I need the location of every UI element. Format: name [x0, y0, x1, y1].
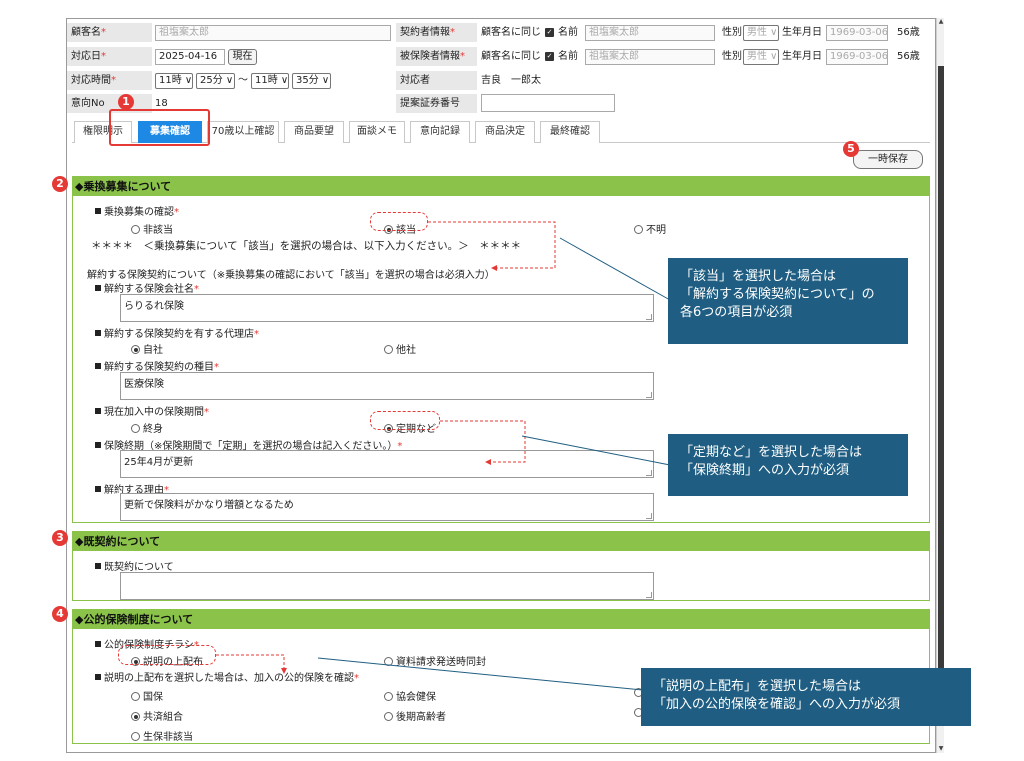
switch-notice: ＊＊＊＊ ＜乗換募集について「該当」を選択の場合は、以下入力ください。＞ ＊＊＊…: [91, 240, 522, 252]
radio-welfare-not-applicable[interactable]: 生保非該当: [131, 728, 193, 743]
radio-kyokai-kenpo[interactable]: 協会健保: [384, 688, 436, 703]
callout-3-line-2: 「加入の公的保険を確認」への入力が必須: [653, 697, 901, 712]
period-label: 現在加入中の保険期間*: [95, 403, 209, 418]
tab-product-decision[interactable]: 商品決定: [475, 121, 535, 143]
radio-whole-life[interactable]: 終身: [131, 420, 163, 435]
radio-enclose-with-docs[interactable]: 資料請求発送時同封: [384, 653, 486, 668]
radio-own-agency[interactable]: 自社: [131, 341, 163, 356]
radio-national-health[interactable]: 国保: [131, 688, 163, 703]
response-date-label: 対応日*: [67, 47, 152, 66]
insured-same-text: 顧客名に同じ: [481, 51, 541, 62]
contractor-label: 契約者情報*: [396, 23, 477, 42]
insured-age: 56歳: [897, 51, 920, 62]
insured-name-label: 名前: [558, 51, 578, 62]
customer-name-label: 顧客名*: [67, 23, 152, 42]
section-existing-contract: ◆既契約について 既契約について: [72, 531, 930, 601]
contractor-gender-select[interactable]: 男性 ∨: [743, 25, 779, 41]
insured-birth-field[interactable]: 1969-03-06: [826, 49, 888, 65]
callout-1-line-1: 「該当」を選択した場合は: [680, 269, 837, 284]
public-insurance-confirm-label: 説明の上配布を選択した場合は、加入の公的保険を確認*: [95, 669, 359, 684]
form-window: 顧客名* 祖塩案太郎 契約者情報* 顧客名に同じ ✓ 名前 祖塩案太郎 性別 男…: [66, 18, 936, 753]
cancel-reason-input[interactable]: 更新で保険料がかなり増額となるため: [120, 493, 654, 521]
tab-final-check[interactable]: 最終確認: [540, 121, 600, 143]
proposal-no-label: 提案証券番号: [396, 94, 477, 113]
handler-value: 吉良 一郎太: [481, 75, 541, 86]
start-minute-select[interactable]: 25分 ∨: [196, 73, 235, 89]
cancel-company-label: 解約する保険会社名*: [95, 280, 199, 295]
tab-product-request[interactable]: 商品要望: [284, 121, 344, 143]
scrollbar-thumb[interactable]: [938, 66, 944, 726]
insured-name-field[interactable]: 祖塩案太郎: [585, 49, 715, 65]
marker-2: 2: [52, 176, 68, 192]
callout-2-line-2: 「保険終期」への入力が必須: [680, 463, 850, 478]
section-public-title: ◆公的保険制度について: [73, 610, 929, 629]
start-hour-select[interactable]: 11時 ∨: [155, 73, 193, 89]
highlight-applicable: [370, 212, 428, 231]
q-switch-confirm-label: 乗換募集の確認*: [95, 203, 179, 218]
contractor-age: 56歳: [897, 27, 920, 38]
response-time-label: 対応時間*: [67, 71, 152, 90]
radio-unknown[interactable]: 不明: [634, 221, 666, 236]
contract-type-label: 解約する保険契約の種目*: [95, 358, 219, 373]
policy-end-input[interactable]: 25年4月が更新: [120, 450, 654, 478]
contractor-name-label: 名前: [558, 27, 578, 38]
end-hour-select[interactable]: 11時 ∨: [251, 73, 289, 89]
scroll-up-arrow-icon[interactable]: ▲: [937, 18, 945, 26]
contractor-same-checkbox[interactable]: ✓: [545, 28, 554, 37]
section-existing-title: ◆既契約について: [73, 532, 929, 551]
response-date-field[interactable]: 2025-04-16: [155, 49, 225, 65]
insured-birth-label: 生年月日: [782, 51, 822, 62]
callout-explain-distribute: 「説明の上配布」を選択した場合は 「加入の公的保険を確認」への入力が必須: [641, 668, 971, 726]
time-separator: ～: [238, 75, 248, 86]
radio-late-elderly[interactable]: 後期高齢者: [384, 708, 446, 723]
marker-4: 4: [52, 606, 68, 622]
contractor-name-field[interactable]: 祖塩案太郎: [585, 25, 715, 41]
highlight-explain-distribute: [118, 645, 216, 665]
contractor-same-text: 顧客名に同じ: [481, 27, 541, 38]
tab-interview-memo[interactable]: 面談メモ: [349, 121, 405, 143]
contractor-birth-label: 生年月日: [782, 27, 822, 38]
callout-applicable: 「該当」を選択した場合は 「解約する保険契約について」の 各6つの項目が必須: [668, 258, 908, 344]
insured-gender-label: 性別: [722, 51, 742, 62]
now-button[interactable]: 現在: [228, 49, 257, 65]
tab-highlight: [109, 109, 210, 146]
radio-not-applicable[interactable]: 非該当: [131, 221, 173, 236]
callout-1-line-2: 「解約する保険契約について」の: [680, 287, 875, 302]
marker-3: 3: [52, 530, 68, 546]
contractor-gender-label: 性別: [722, 27, 742, 38]
temp-save-button[interactable]: 一時保存: [853, 150, 923, 169]
contract-type-input[interactable]: 医療保険: [120, 372, 654, 400]
radio-mutual-aid[interactable]: 共済組合: [131, 708, 183, 723]
cancel-company-input[interactable]: らりるれ保険: [120, 294, 654, 322]
tab-intent-record[interactable]: 意向記録: [410, 121, 470, 143]
end-minute-select[interactable]: 35分 ∨: [292, 73, 331, 89]
scroll-down-arrow-icon[interactable]: ▼: [937, 745, 945, 753]
agent-label: 解約する保険契約を有する代理店*: [95, 325, 259, 340]
highlight-term: [370, 411, 440, 430]
vertical-scrollbar[interactable]: ▲ ▼: [936, 18, 944, 753]
tab-over70-check[interactable]: 70歳以上確認: [207, 121, 279, 143]
contractor-birth-field[interactable]: 1969-03-06: [826, 25, 888, 41]
insured-gender-select[interactable]: 男性 ∨: [743, 49, 779, 65]
radio-other-agency[interactable]: 他社: [384, 341, 416, 356]
marker-1: 1: [118, 94, 134, 110]
callout-term: 「定期など」を選択した場合は 「保険終期」への入力が必須: [668, 434, 908, 496]
insured-same-checkbox[interactable]: ✓: [545, 52, 554, 61]
existing-contract-input[interactable]: [120, 572, 654, 600]
callout-2-line-1: 「定期など」を選択した場合は: [680, 445, 863, 460]
existing-contract-label: 既契約について: [95, 558, 174, 573]
proposal-no-field[interactable]: [481, 94, 615, 112]
customer-name-field[interactable]: 祖塩案太郎: [155, 25, 391, 41]
handler-label: 対応者: [396, 71, 477, 90]
callout-3-line-1: 「説明の上配布」を選択した場合は: [653, 679, 862, 694]
insured-label: 被保険者情報*: [396, 47, 477, 66]
cancel-contract-heading: 解約する保険契約について（※乗換募集の確認において「該当」を選択の場合は必須入力…: [87, 270, 495, 281]
marker-5: 5: [843, 141, 859, 157]
callout-1-line-3: 各6つの項目が必須: [680, 305, 793, 320]
section-switching-title: ◆乗換募集について: [73, 177, 929, 196]
